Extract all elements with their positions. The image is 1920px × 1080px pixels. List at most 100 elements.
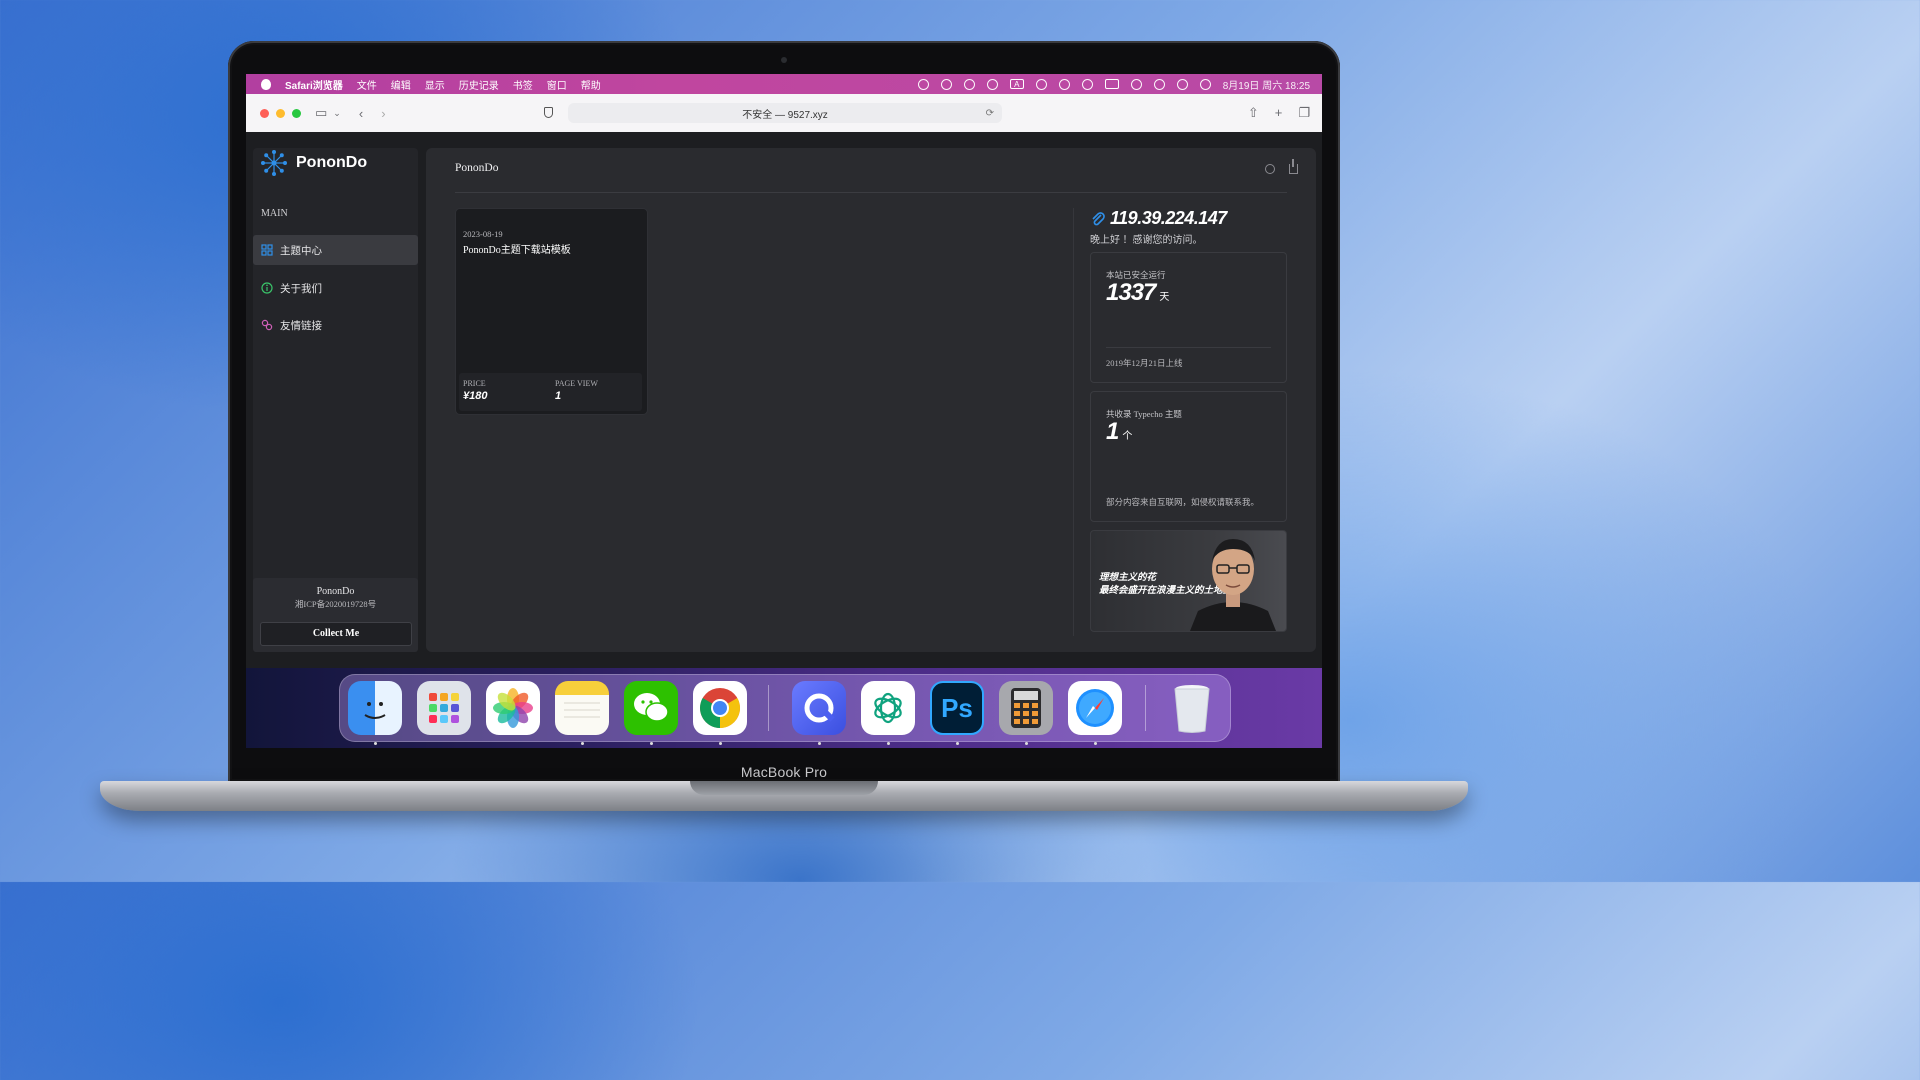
nav-about[interactable]: 关于我们 xyxy=(253,273,418,303)
card-title[interactable]: PononDo主题下载站模板 xyxy=(463,241,571,256)
site-sidebar: PononDo MAIN 主题中心 关于我们 友情链接 PononDo 湘ICP… xyxy=(253,148,418,652)
window-controls xyxy=(260,108,301,118)
themes-value: 1 xyxy=(1106,418,1119,445)
zoom-button[interactable] xyxy=(292,108,301,118)
minimize-button[interactable] xyxy=(276,108,285,118)
chevron-down-icon[interactable]: ⌄ xyxy=(333,108,341,119)
finder-icon[interactable] xyxy=(348,681,402,735)
tabs-overview-icon[interactable]: ❐ xyxy=(1298,105,1310,121)
nav-theme-center[interactable]: 主题中心 xyxy=(253,235,418,265)
wechat-status-icon[interactable] xyxy=(963,78,975,90)
battery-icon[interactable] xyxy=(1104,79,1119,89)
nav-label: 主题中心 xyxy=(280,245,322,257)
desktop-strip: Ps xyxy=(246,668,1322,748)
chatgpt-icon[interactable] xyxy=(861,681,915,735)
user-icon[interactable] xyxy=(1081,78,1093,90)
cast-icon[interactable] xyxy=(940,78,952,90)
ip-address: 119.39.224.147 xyxy=(1110,208,1227,228)
menu-view[interactable]: 显示 xyxy=(425,77,445,92)
calculator-icon[interactable] xyxy=(999,681,1053,735)
siri-icon[interactable] xyxy=(1199,78,1211,90)
themes-value-wrap: 1个 xyxy=(1106,418,1132,446)
menu-window[interactable]: 窗口 xyxy=(547,77,567,92)
theme-card[interactable]: 2023-08-19 PononDo主题下载站模板 PRICE ¥180 PAG… xyxy=(455,208,648,415)
uptime-value-wrap: 1337 天 xyxy=(1106,279,1169,307)
share-icon[interactable] xyxy=(1289,159,1298,174)
divider xyxy=(455,192,1287,193)
launch-date: 2019年12月21日上线 xyxy=(1106,358,1183,368)
control-center-icon[interactable] xyxy=(1176,78,1188,90)
card-date: 2023-08-19 xyxy=(463,229,503,239)
footer-name: PononDo xyxy=(316,586,355,597)
nav-friend-links[interactable]: 友情链接 xyxy=(253,310,418,340)
menu-edit[interactable]: 编辑 xyxy=(391,77,411,92)
quark-icon[interactable] xyxy=(792,681,846,735)
web-page: PononDo MAIN 主题中心 关于我们 友情链接 PononDo 湘ICP… xyxy=(246,132,1322,668)
uptime-value: 1337 xyxy=(1106,279,1156,306)
notes-icon[interactable] xyxy=(555,681,609,735)
vpn-icon[interactable] xyxy=(986,78,998,90)
dock: Ps xyxy=(339,674,1231,745)
menu-bookmarks[interactable]: 书签 xyxy=(513,77,533,92)
launchpad-icon[interactable] xyxy=(417,681,471,735)
sync-icon[interactable] xyxy=(917,78,929,90)
visitor-ip: 119.39.224.147 xyxy=(1090,208,1227,229)
uptime-unit: 天 xyxy=(1159,292,1169,303)
new-tab-icon[interactable]: + xyxy=(1275,105,1283,121)
grid-icon xyxy=(261,244,273,256)
card-stats: PRICE ¥180 PAGE VIEW 1 xyxy=(459,373,642,411)
quote-line-1: 理想主义的花 xyxy=(1099,572,1157,583)
menu-clock[interactable]: 8月19日 周六 18:25 xyxy=(1223,77,1310,92)
close-button[interactable] xyxy=(260,108,269,118)
chrome-icon[interactable] xyxy=(693,681,747,735)
wechat-icon[interactable] xyxy=(624,681,678,735)
nav-label: 关于我们 xyxy=(280,283,322,295)
pageview-label: PAGE VIEW xyxy=(555,379,598,388)
running-indicator xyxy=(887,742,890,745)
spotlight-icon[interactable] xyxy=(1153,78,1165,90)
footer-icp[interactable]: 湘ICP备2020019728号 xyxy=(253,598,418,610)
photoshop-icon[interactable]: Ps xyxy=(930,681,984,735)
screen: Safari浏览器 文件 编辑 显示 历史记录 书签 窗口 帮助 A 8月19日… xyxy=(246,74,1322,748)
bluetooth-icon[interactable] xyxy=(1058,78,1070,90)
trash-icon[interactable] xyxy=(1165,681,1219,735)
translate-reload-icon[interactable]: ⟳ xyxy=(986,108,994,119)
privacy-shield-icon[interactable] xyxy=(544,107,553,118)
base-notch xyxy=(690,781,878,795)
quote-banner[interactable]: 理想主义的花 最终会盛开在浪漫主义的土地里 xyxy=(1090,530,1287,632)
portrait-image xyxy=(1190,539,1276,631)
address-text: 不安全 — 9527.xyz xyxy=(742,109,828,121)
link-icon xyxy=(261,319,273,331)
search-icon[interactable] xyxy=(1265,164,1275,174)
photos-icon[interactable] xyxy=(486,681,540,735)
site-logo[interactable]: PononDo xyxy=(259,148,367,178)
sidebar-footer: PononDo 湘ICP备2020019728号 Collect Me xyxy=(253,578,418,652)
menu-file[interactable]: 文件 xyxy=(357,77,377,92)
wifi-icon[interactable] xyxy=(1130,78,1142,90)
input-source-icon[interactable]: A xyxy=(1009,79,1024,89)
photoshop-label: Ps xyxy=(941,692,973,723)
dock-separator xyxy=(768,685,769,731)
running-indicator xyxy=(1094,742,1097,745)
apple-icon[interactable] xyxy=(261,78,271,90)
share-icon[interactable]: ⇧ xyxy=(1248,105,1259,121)
address-bar[interactable]: 不安全 — 9527.xyz ⟳ xyxy=(568,103,1002,123)
pinwheel-logo-icon xyxy=(261,150,287,176)
collect-me-button[interactable]: Collect Me xyxy=(260,622,412,646)
dock-separator xyxy=(1145,685,1146,731)
running-indicator xyxy=(650,742,653,745)
menu-history[interactable]: 历史记录 xyxy=(459,77,499,92)
menu-app-name[interactable]: Safari浏览器 xyxy=(285,77,343,92)
sidebar-toggle-icon[interactable]: ▭ xyxy=(315,105,327,121)
forward-icon[interactable]: › xyxy=(381,106,385,121)
price-label: PRICE xyxy=(463,379,486,388)
back-icon[interactable]: ‹ xyxy=(359,106,363,121)
greeting: 晚上好 ！感谢您的访问。 xyxy=(1090,235,1203,246)
running-indicator xyxy=(719,742,722,745)
mute-icon[interactable] xyxy=(1035,78,1047,90)
menu-help[interactable]: 帮助 xyxy=(581,77,601,92)
safari-icon[interactable] xyxy=(1068,681,1122,735)
themes-unit: 个 xyxy=(1122,431,1132,442)
section-label: MAIN xyxy=(261,208,288,219)
column-divider xyxy=(1073,208,1074,636)
